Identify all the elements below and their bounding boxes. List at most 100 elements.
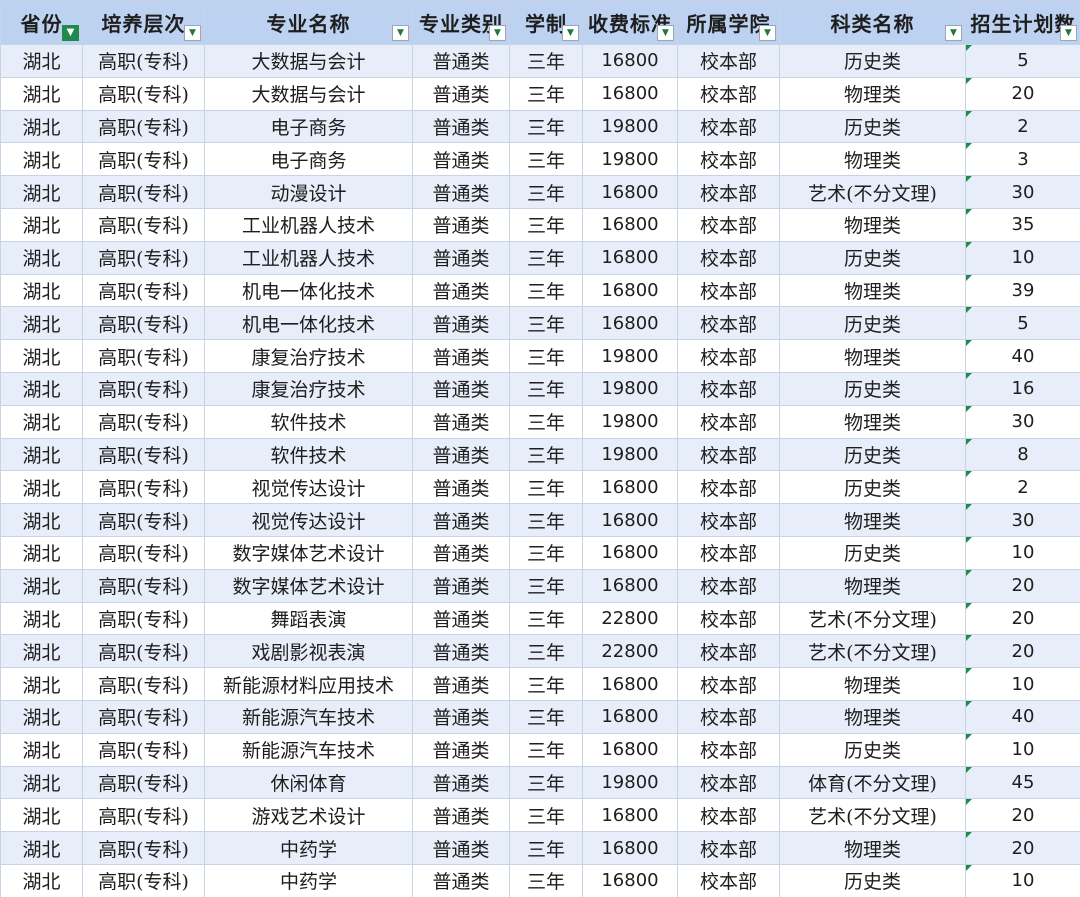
cell-fee[interactable]: 16800: [582, 568, 678, 603]
cell-duration[interactable]: 三年: [509, 371, 583, 406]
cell-quota[interactable]: 40: [965, 699, 1080, 734]
cell-quota[interactable]: 10: [965, 240, 1080, 275]
cell-quota[interactable]: 20: [965, 634, 1080, 669]
cell-fee[interactable]: 16800: [582, 667, 678, 701]
cell-level[interactable]: 高职(专科): [82, 240, 205, 275]
cell-quota[interactable]: 20: [965, 831, 1080, 865]
cell-level[interactable]: 高职(专科): [82, 568, 205, 603]
cell-college[interactable]: 校本部: [677, 863, 780, 897]
cell-category[interactable]: 普通类: [412, 306, 510, 341]
cell-fee[interactable]: 19800: [582, 339, 678, 373]
cell-college[interactable]: 校本部: [677, 568, 780, 603]
cell-duration[interactable]: 三年: [509, 601, 583, 636]
cell-province[interactable]: 湖北: [0, 175, 83, 209]
cell-major[interactable]: 大数据与会计: [204, 44, 413, 78]
dropdown-arrow-icon[interactable]: ▼: [392, 25, 409, 41]
cell-college[interactable]: 校本部: [677, 798, 780, 833]
cell-major[interactable]: 视觉传达设计: [204, 503, 413, 537]
cell-quota[interactable]: 20: [965, 76, 1080, 111]
cell-level[interactable]: 高职(专科): [82, 798, 205, 833]
cell-duration[interactable]: 三年: [509, 175, 583, 209]
cell-quota[interactable]: 40: [965, 339, 1080, 373]
cell-level[interactable]: 高职(专科): [82, 699, 205, 734]
cell-subject[interactable]: 物理类: [779, 568, 966, 603]
cell-subject[interactable]: 物理类: [779, 831, 966, 865]
cell-fee[interactable]: 16800: [582, 306, 678, 341]
cell-major[interactable]: 工业机器人技术: [204, 240, 413, 275]
cell-college[interactable]: 校本部: [677, 142, 780, 177]
cell-quota[interactable]: 10: [965, 863, 1080, 897]
cell-province[interactable]: 湖北: [0, 240, 83, 275]
cell-level[interactable]: 高职(专科): [82, 765, 205, 800]
cell-level[interactable]: 高职(专科): [82, 831, 205, 865]
cell-province[interactable]: 湖北: [0, 371, 83, 406]
cell-province[interactable]: 湖北: [0, 699, 83, 734]
filter-active-icon[interactable]: ▼: [62, 25, 79, 41]
cell-college[interactable]: 校本部: [677, 371, 780, 406]
cell-major[interactable]: 中药学: [204, 863, 413, 897]
cell-college[interactable]: 校本部: [677, 404, 780, 439]
cell-college[interactable]: 校本部: [677, 765, 780, 800]
cell-fee[interactable]: 16800: [582, 535, 678, 570]
cell-quota[interactable]: 5: [965, 306, 1080, 341]
cell-level[interactable]: 高职(专科): [82, 535, 205, 570]
cell-college[interactable]: 校本部: [677, 732, 780, 767]
cell-level[interactable]: 高职(专科): [82, 109, 205, 144]
cell-category[interactable]: 普通类: [412, 568, 510, 603]
cell-duration[interactable]: 三年: [509, 699, 583, 734]
cell-fee[interactable]: 19800: [582, 437, 678, 472]
cell-fee[interactable]: 16800: [582, 76, 678, 111]
cell-duration[interactable]: 三年: [509, 667, 583, 701]
cell-province[interactable]: 湖北: [0, 437, 83, 472]
cell-subject[interactable]: 艺术(不分文理): [779, 634, 966, 669]
cell-major[interactable]: 新能源汽车技术: [204, 732, 413, 767]
cell-level[interactable]: 高职(专科): [82, 44, 205, 78]
cell-quota[interactable]: 45: [965, 765, 1080, 800]
cell-subject[interactable]: 历史类: [779, 109, 966, 144]
cell-subject[interactable]: 物理类: [779, 273, 966, 308]
cell-quota[interactable]: 30: [965, 175, 1080, 209]
cell-province[interactable]: 湖北: [0, 863, 83, 897]
cell-subject[interactable]: 历史类: [779, 371, 966, 406]
cell-quota[interactable]: 3: [965, 142, 1080, 177]
cell-college[interactable]: 校本部: [677, 109, 780, 144]
cell-college[interactable]: 校本部: [677, 535, 780, 570]
cell-college[interactable]: 校本部: [677, 306, 780, 341]
cell-subject[interactable]: 物理类: [779, 404, 966, 439]
cell-quota[interactable]: 16: [965, 371, 1080, 406]
cell-fee[interactable]: 16800: [582, 699, 678, 734]
cell-major[interactable]: 康复治疗技术: [204, 371, 413, 406]
column-header-subject[interactable]: 科类名称 ▼: [779, 0, 966, 45]
cell-college[interactable]: 校本部: [677, 470, 780, 505]
cell-duration[interactable]: 三年: [509, 306, 583, 341]
cell-college[interactable]: 校本部: [677, 667, 780, 701]
cell-college[interactable]: 校本部: [677, 240, 780, 275]
cell-category[interactable]: 普通类: [412, 76, 510, 111]
cell-province[interactable]: 湖北: [0, 601, 83, 636]
cell-duration[interactable]: 三年: [509, 404, 583, 439]
cell-major[interactable]: 软件技术: [204, 404, 413, 439]
cell-category[interactable]: 普通类: [412, 535, 510, 570]
cell-subject[interactable]: 物理类: [779, 76, 966, 111]
cell-college[interactable]: 校本部: [677, 437, 780, 472]
cell-fee[interactable]: 16800: [582, 831, 678, 865]
cell-fee[interactable]: 19800: [582, 765, 678, 800]
cell-category[interactable]: 普通类: [412, 831, 510, 865]
cell-college[interactable]: 校本部: [677, 207, 780, 242]
cell-college[interactable]: 校本部: [677, 76, 780, 111]
cell-major[interactable]: 数字媒体艺术设计: [204, 568, 413, 603]
cell-level[interactable]: 高职(专科): [82, 863, 205, 897]
cell-quota[interactable]: 2: [965, 109, 1080, 144]
cell-quota[interactable]: 10: [965, 732, 1080, 767]
cell-major[interactable]: 机电一体化技术: [204, 306, 413, 341]
cell-province[interactable]: 湖北: [0, 306, 83, 341]
cell-fee[interactable]: 16800: [582, 240, 678, 275]
cell-major[interactable]: 软件技术: [204, 437, 413, 472]
cell-subject[interactable]: 历史类: [779, 306, 966, 341]
cell-major[interactable]: 大数据与会计: [204, 76, 413, 111]
cell-major[interactable]: 休闲体育: [204, 765, 413, 800]
cell-major[interactable]: 游戏艺术设计: [204, 798, 413, 833]
cell-category[interactable]: 普通类: [412, 634, 510, 669]
cell-category[interactable]: 普通类: [412, 863, 510, 897]
column-header-major[interactable]: 专业名称 ▼: [204, 0, 413, 45]
